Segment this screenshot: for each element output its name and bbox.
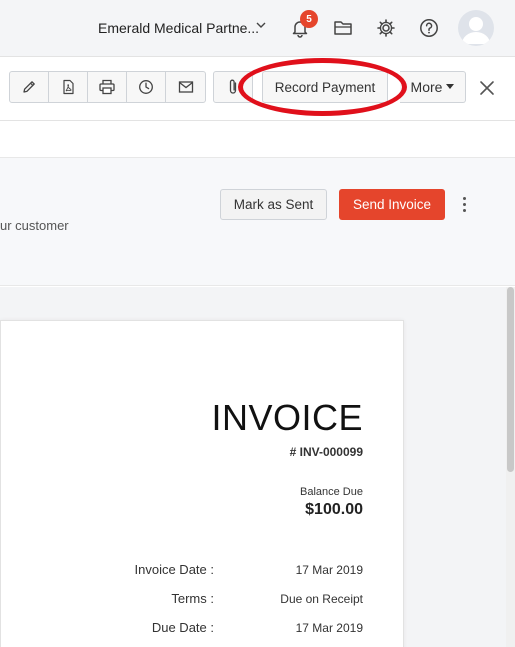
invoice-toolbar: Record Payment More: [0, 57, 515, 121]
organization-name[interactable]: Emerald Medical Partne...: [98, 20, 259, 36]
invoice-preview-area: INVOICE # INV-000099 Balance Due $100.00…: [0, 287, 506, 647]
clock-icon[interactable]: [127, 72, 166, 102]
printer-icon[interactable]: [88, 72, 127, 102]
folder-icon[interactable]: [330, 15, 356, 41]
balance-due-value: $100.00: [305, 501, 363, 518]
avatar[interactable]: [458, 10, 494, 46]
due-date-label: Due Date :: [151, 620, 214, 635]
top-header: Emerald Medical Partne... 5: [0, 0, 515, 57]
paperclip-icon[interactable]: [213, 71, 253, 103]
balance-due-label: Balance Due: [300, 486, 363, 498]
mark-as-sent-button[interactable]: Mark as Sent: [220, 189, 327, 220]
pdf-icon[interactable]: [49, 72, 88, 102]
invoice-title: INVOICE: [211, 397, 363, 438]
invoice-date-value: 17 Mar 2019: [295, 563, 363, 577]
invoice-number: # INV-000099: [289, 445, 363, 459]
gear-icon[interactable]: [373, 15, 399, 41]
terms-label: Terms :: [171, 591, 214, 606]
chevron-down-icon[interactable]: [255, 19, 267, 34]
close-icon[interactable]: [476, 77, 498, 99]
send-invoice-button[interactable]: Send Invoice: [339, 189, 445, 220]
scrollbar-thumb[interactable]: [507, 287, 514, 472]
kebab-menu-icon[interactable]: [455, 192, 473, 216]
terms-value: Due on Receipt: [280, 592, 363, 606]
more-menu-button[interactable]: More: [400, 71, 466, 103]
help-icon[interactable]: [416, 15, 442, 41]
more-label: More: [410, 79, 443, 95]
send-banner: ur customer Mark as Sent Send Invoice: [0, 157, 515, 286]
record-payment-button[interactable]: Record Payment: [262, 71, 388, 103]
pencil-icon[interactable]: [10, 72, 49, 102]
due-date-value: 17 Mar 2019: [295, 621, 363, 635]
action-button-group: [9, 71, 206, 103]
vertical-scrollbar[interactable]: [506, 287, 515, 647]
banner-message: ur customer: [0, 218, 69, 233]
invoice-document: INVOICE # INV-000099 Balance Due $100.00…: [0, 320, 404, 647]
notification-badge[interactable]: 5: [300, 10, 318, 28]
caret-down-icon: [446, 84, 455, 89]
mail-icon[interactable]: [166, 72, 205, 102]
invoice-date-label: Invoice Date :: [134, 562, 215, 577]
